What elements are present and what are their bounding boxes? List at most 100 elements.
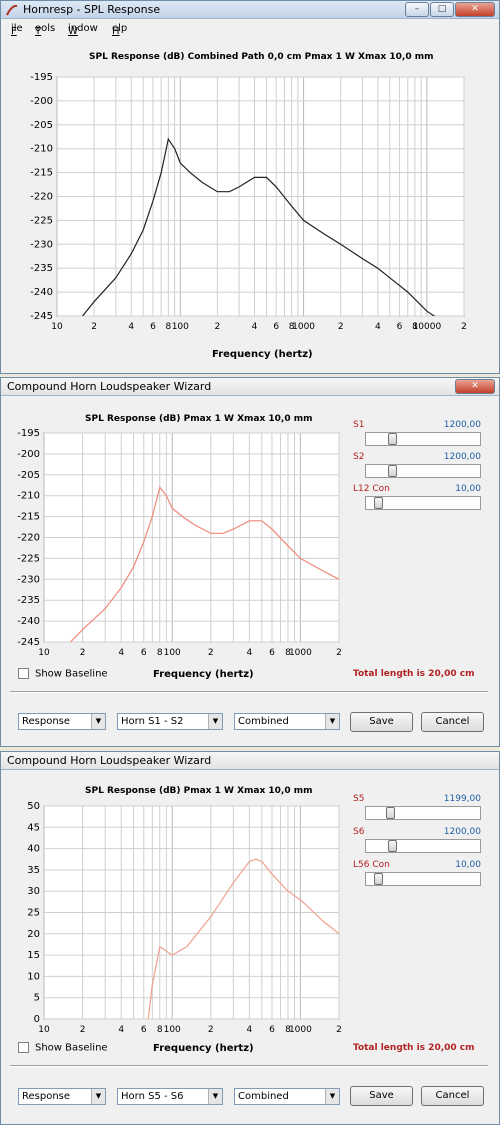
y-tick-label: -235 (17, 595, 40, 606)
cancel-button[interactable]: Cancel (421, 1086, 484, 1106)
select-value: Response (22, 1091, 71, 1102)
x-tick-label: 10 (51, 322, 63, 332)
spl-chart-wizard-2: 10 2 4 6 8 100 2 4 6 81000 205101520253035404550 (27, 801, 342, 1035)
slider-s2[interactable] (365, 464, 481, 478)
save-button[interactable]: Save (350, 712, 413, 732)
select-value: Horn S5 - S6 (121, 1091, 184, 1102)
combined-select[interactable]: Combined ▼ (234, 1088, 340, 1105)
menu-tools[interactable]: Tools (35, 23, 55, 37)
titlebar: Compound Horn Loudspeaker Wizard (1, 752, 499, 770)
y-tick-label: -195 (30, 72, 53, 83)
spl-chart-wizard-1: 10 2 4 6 8 100 2 4 6 81000 2-195-200-205-210-215-2… (17, 428, 342, 658)
show-baseline-checkbox[interactable]: Show Baseline (18, 1042, 108, 1054)
chevron-down-icon[interactable]: ▼ (91, 714, 105, 729)
x-tick-label: 1000 (289, 1025, 312, 1035)
slider-thumb[interactable] (388, 840, 397, 852)
y-tick-label: -220 (17, 533, 40, 544)
y-tick-label: -200 (17, 449, 40, 460)
show-baseline-checkbox[interactable]: Show Baseline (18, 668, 108, 680)
close-button[interactable]: ✕ (455, 2, 495, 17)
slider-thumb[interactable] (374, 497, 383, 509)
x-tick-label: 6 (141, 1025, 147, 1035)
y-tick-label: -230 (17, 574, 40, 585)
combined-select[interactable]: Combined ▼ (234, 713, 340, 730)
x-axis-label: Frequency (hertz) (212, 349, 313, 360)
close-button[interactable]: ✕ (455, 379, 495, 394)
save-button[interactable]: Save (350, 1086, 413, 1106)
y-tick-label: 5 (34, 993, 40, 1004)
slider-label-l12: L12 Con (353, 484, 390, 494)
y-tick-label: -225 (30, 215, 53, 226)
chevron-down-icon[interactable]: ▼ (91, 1089, 105, 1104)
slider-value-s2: 1200,00 (443, 452, 481, 462)
wizard-window-2: Compound Horn Loudspeaker Wizard SPL Res… (0, 751, 500, 1125)
x-tick-label: 4 (375, 322, 381, 332)
x-tick-label: 10 (38, 1025, 50, 1035)
select-value: Combined (238, 716, 289, 727)
chart-title: SPL Response (dB) Pmax 1 W Xmax 10,0 mm (85, 786, 313, 796)
select-value: Horn S1 - S2 (121, 716, 184, 727)
x-tick-label: 8 (157, 648, 163, 658)
chevron-down-icon[interactable]: ▼ (208, 1089, 222, 1104)
slider-label-s6: S6 (353, 827, 365, 837)
slider-l56-con[interactable] (365, 872, 481, 886)
chevron-down-icon[interactable]: ▼ (208, 714, 222, 729)
slider-label-s1: S1 (353, 420, 365, 430)
x-axis-label: Frequency (hertz) (153, 669, 254, 680)
chevron-down-icon[interactable]: ▼ (325, 714, 339, 729)
slider-value-s5: 1199,00 (443, 794, 481, 804)
response-select[interactable]: Response ▼ (18, 1088, 106, 1105)
menubar: File Tools Window Help (1, 20, 499, 38)
chart-title: SPL Response (dB) Combined Path 0,0 cm P… (89, 52, 434, 62)
y-tick-label: -245 (17, 637, 40, 648)
y-tick-label: 35 (27, 865, 40, 876)
y-tick-label: -220 (30, 192, 53, 203)
menu-window[interactable]: Window (68, 23, 98, 37)
minimize-button[interactable]: – (405, 2, 429, 17)
menu-file[interactable]: File (11, 23, 23, 37)
x-tick-label: 1000 (292, 322, 315, 332)
slider-value-s6: 1200,00 (443, 827, 481, 837)
slider-s6[interactable] (365, 839, 481, 853)
y-tick-label: 0 (34, 1014, 40, 1025)
slider-thumb[interactable] (388, 433, 397, 445)
total-length: Total length is 20,00 cm (353, 669, 475, 679)
y-tick-label: 40 (27, 844, 40, 855)
horn-select[interactable]: Horn S5 - S6 ▼ (117, 1088, 223, 1105)
x-tick-label: 2 (336, 1025, 342, 1035)
cancel-button[interactable]: Cancel (421, 712, 484, 732)
horn-select[interactable]: Horn S1 - S2 ▼ (117, 713, 223, 730)
app-icon (6, 4, 18, 16)
hornresp-window: Hornresp - SPL Response – □ ✕ File Tools… (0, 0, 500, 374)
x-axis-label: Frequency (hertz) (153, 1043, 254, 1054)
slider-s5[interactable] (365, 806, 481, 820)
checkbox-label: Show Baseline (35, 668, 108, 680)
response-select[interactable]: Response ▼ (18, 713, 106, 730)
x-tick-label: 4 (247, 648, 253, 658)
maximize-button[interactable]: □ (430, 2, 454, 17)
x-tick-label: 10 (38, 648, 50, 658)
checkbox-box[interactable] (18, 668, 29, 679)
x-tick-label: 4 (247, 1025, 253, 1035)
x-tick-label: 4 (128, 322, 134, 332)
y-tick-label: -225 (17, 553, 40, 564)
slider-thumb[interactable] (374, 873, 383, 885)
x-tick-label: 100 (164, 1025, 181, 1035)
x-tick-label: 2 (208, 1025, 214, 1035)
x-tick-label: 2 (80, 1025, 86, 1035)
checkbox-box[interactable] (18, 1042, 29, 1053)
x-tick-label: 8 (157, 1025, 163, 1035)
window-title: Compound Horn Loudspeaker Wizard (7, 754, 212, 767)
slider-s1[interactable] (365, 432, 481, 446)
slider-thumb[interactable] (388, 465, 397, 477)
menu-help[interactable]: Help (112, 23, 127, 37)
window-title: Compound Horn Loudspeaker Wizard (7, 380, 212, 393)
chevron-down-icon[interactable]: ▼ (325, 1089, 339, 1104)
slider-l12-con[interactable] (365, 496, 481, 510)
slider-label-l56: L56 Con (353, 860, 390, 870)
slider-value-s1: 1200,00 (443, 420, 481, 430)
slider-thumb[interactable] (386, 807, 395, 819)
y-tick-label: -195 (17, 428, 40, 439)
x-tick-label: 100 (164, 648, 181, 658)
y-tick-label: 20 (27, 929, 40, 940)
